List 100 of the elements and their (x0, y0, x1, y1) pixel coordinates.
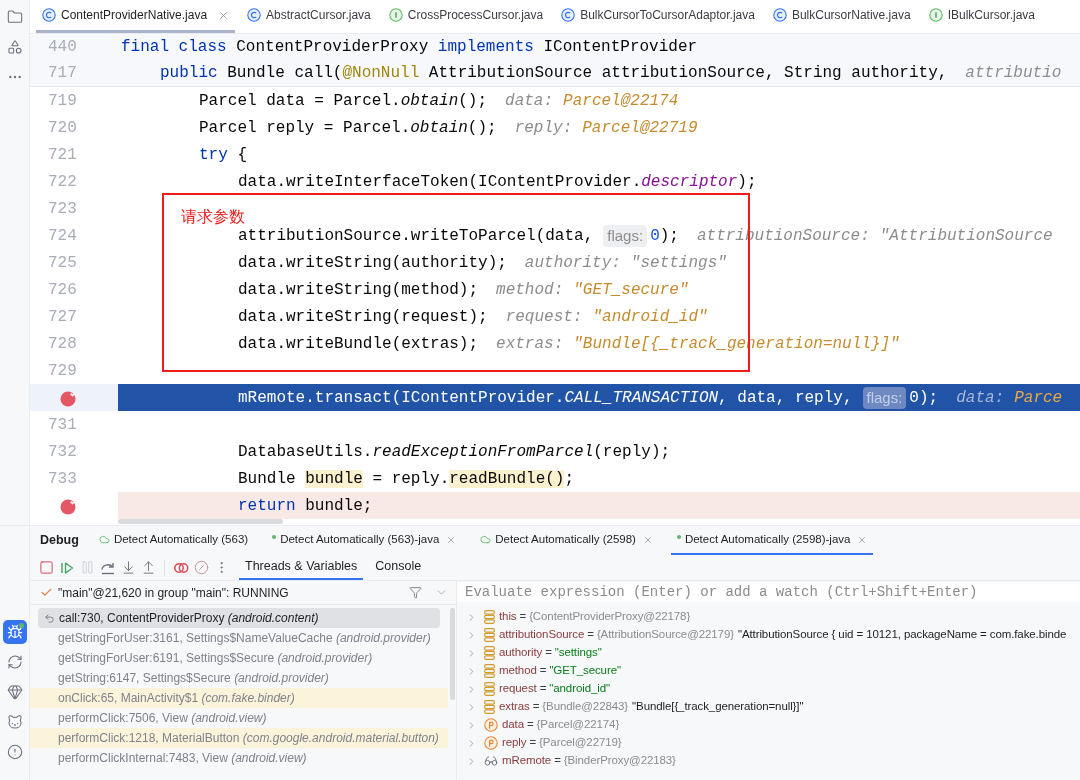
inline-debug-value: request: "android_id" (505, 306, 708, 328)
editor-tab[interactable]: CrossProcessCursor.java (382, 0, 550, 33)
equals-sign: = (539, 681, 547, 697)
line-number: 440 (48, 37, 77, 58)
string-value: "android_id" (549, 681, 610, 697)
stack-icon (484, 610, 495, 624)
stack-frame[interactable]: getString:6147, Settings$Secure (android.provider) (30, 668, 448, 688)
stack-icon (484, 700, 495, 714)
stop-icon[interactable] (39, 560, 54, 575)
code-text: DatabaseUtils.readExceptionFromParcel(reply); (238, 441, 671, 463)
code-text: attributionSource.writeToParcel(data, (238, 225, 594, 247)
stack-frame[interactable]: call:730, ContentProviderProxy (android.content) (38, 608, 440, 628)
inlay-hint: flags: (603, 224, 648, 247)
breakpoint-icon[interactable] (60, 388, 78, 407)
string-value: "GET_secure" (549, 663, 621, 679)
line-number: 731 (48, 414, 77, 436)
evaluate-field[interactable]: Evaluate expression (Enter) or add a watch (Ctrl+Shift+Enter) (457, 582, 1080, 602)
return-arrow-icon (44, 612, 55, 624)
stack-frame[interactable]: performClick:1218, MaterialButton (com.google.android.material.button) (30, 728, 448, 748)
code-text: try { (199, 144, 247, 166)
step-into-icon[interactable] (121, 560, 136, 575)
stack-frame[interactable]: performClick:7506, View (android.view) (30, 708, 448, 728)
equals-sign: = (545, 645, 552, 661)
line-number: 722 (48, 171, 77, 193)
session-tab[interactable]: Detect Automatically (563) (92, 526, 255, 555)
editor-tab[interactable]: BulkCursorNative.java (766, 0, 917, 33)
stack-frame[interactable]: getStringForUser:3161, Settings$NameValueCache (android.provider) (30, 628, 448, 648)
inline-debug-value: reply: Parcel@22719 (514, 117, 698, 139)
filter-icon[interactable] (409, 586, 422, 599)
refresh-icon[interactable] (6, 654, 23, 670)
line-number: 717 (48, 63, 77, 84)
shapes-icon[interactable] (6, 39, 23, 55)
close-icon[interactable] (218, 9, 230, 21)
code-text: data.writeInterfaceToken(IContentProvider.descriptor); (238, 171, 757, 193)
stack-frame[interactable]: onClick:65, MainActivity$1 (com.fake.binder) (30, 688, 448, 708)
stack-icon (484, 628, 495, 642)
folder-icon[interactable] (6, 9, 23, 25)
chevron-right-icon[interactable] (466, 755, 477, 767)
code-text: Bundle bundle = reply.readBundle(); (238, 468, 575, 490)
check-icon (40, 586, 53, 599)
breakpoint-icon[interactable] (60, 496, 78, 515)
annotation-label: 请求参数 (181, 208, 245, 225)
session-tab[interactable]: Detect Automatically (563)-java (266, 526, 463, 555)
object-reference: {Parcel@22719} (539, 735, 622, 751)
circle-c-icon (42, 8, 56, 22)
object-reference: {Bundle@22843} (542, 699, 629, 715)
equals-sign: = (527, 717, 534, 733)
line-number: 725 (48, 252, 77, 274)
editor-tab[interactable]: BulkCursorToCursorAdaptor.java (555, 0, 761, 33)
line-number: 733 (48, 468, 77, 490)
inline-debug-value: method: "GET_secure" (496, 279, 689, 301)
equals-sign: = (519, 609, 527, 625)
cat-icon[interactable] (6, 714, 23, 730)
panel-title: Debug (40, 532, 79, 550)
circle-c-icon (247, 8, 262, 22)
equals-sign: = (539, 663, 547, 679)
string-value: "settings" (554, 645, 602, 661)
close-icon[interactable] (446, 534, 457, 545)
stack-icon (484, 646, 495, 660)
stack-frame[interactable]: performClickInternal:7483, View (android.view) (30, 748, 448, 768)
stack-icon (484, 682, 495, 696)
scrollbar-thumb[interactable] (449, 608, 455, 700)
inline-debug-value: data: Parce (956, 387, 1063, 409)
code-text: mRemote.transact(IContentProvider.CALL_TRANSACTION, data, reply, (238, 387, 853, 409)
value-summary: "Bundle[{_track_generation=null}]" (632, 699, 804, 715)
close-icon[interactable] (857, 534, 868, 545)
gem-icon[interactable] (6, 684, 23, 700)
value-summary: "AttributionSource { uid = 10121, packageName = com.fake.binde (737, 627, 1067, 643)
alert-icon[interactable] (6, 744, 23, 760)
session-tab[interactable]: Detect Automatically (2598)-java (670, 526, 874, 555)
thread-selector[interactable]: "main"@21,620 in group "main": RUNNING (58, 583, 404, 602)
inline-debug-value: authority: "settings" (524, 252, 727, 274)
code-text: Parcel data = Parcel.obtain(); (199, 90, 488, 112)
view-tab[interactable]: Threads & Variables (239, 555, 364, 580)
object-reference: {ContentProviderProxy@22178} (529, 609, 691, 625)
step-out-icon[interactable] (141, 560, 156, 575)
editor-tab[interactable]: IBulkCursor.java (922, 0, 1041, 33)
code-text: Parcel reply = Parcel.obtain(); (199, 117, 497, 139)
line-number: 719 (48, 90, 77, 112)
scrollbar-thumb[interactable] (118, 519, 283, 524)
equals-sign: = (532, 699, 540, 715)
variable-name: reply (502, 735, 527, 751)
code-text: data.writeString(request); (238, 306, 488, 328)
line-number: 732 (48, 441, 77, 463)
mute-breakpoints-icon[interactable] (194, 560, 209, 575)
circled-p-icon (484, 718, 498, 732)
variable-name: this (499, 609, 517, 625)
line-number: 721 (48, 144, 77, 166)
inline-debug-value: attributio (965, 63, 1062, 84)
code-text: data.writeString(method); (238, 279, 479, 301)
close-icon[interactable] (642, 534, 653, 545)
code-text: 0); (650, 225, 679, 247)
line-number: 723 (48, 198, 77, 220)
variable-name: method (499, 663, 537, 679)
editor-tab[interactable]: AbstractCursor.java (241, 0, 377, 33)
bug-icon[interactable] (2, 620, 27, 644)
view-tab[interactable]: Console (369, 555, 428, 580)
variable-name: attributionSource (499, 627, 585, 643)
stack-frame[interactable]: getStringForUser:6191, Settings$Secure (android.provider) (30, 648, 448, 668)
session-tab[interactable]: Detect Automatically (2598) (474, 526, 659, 555)
